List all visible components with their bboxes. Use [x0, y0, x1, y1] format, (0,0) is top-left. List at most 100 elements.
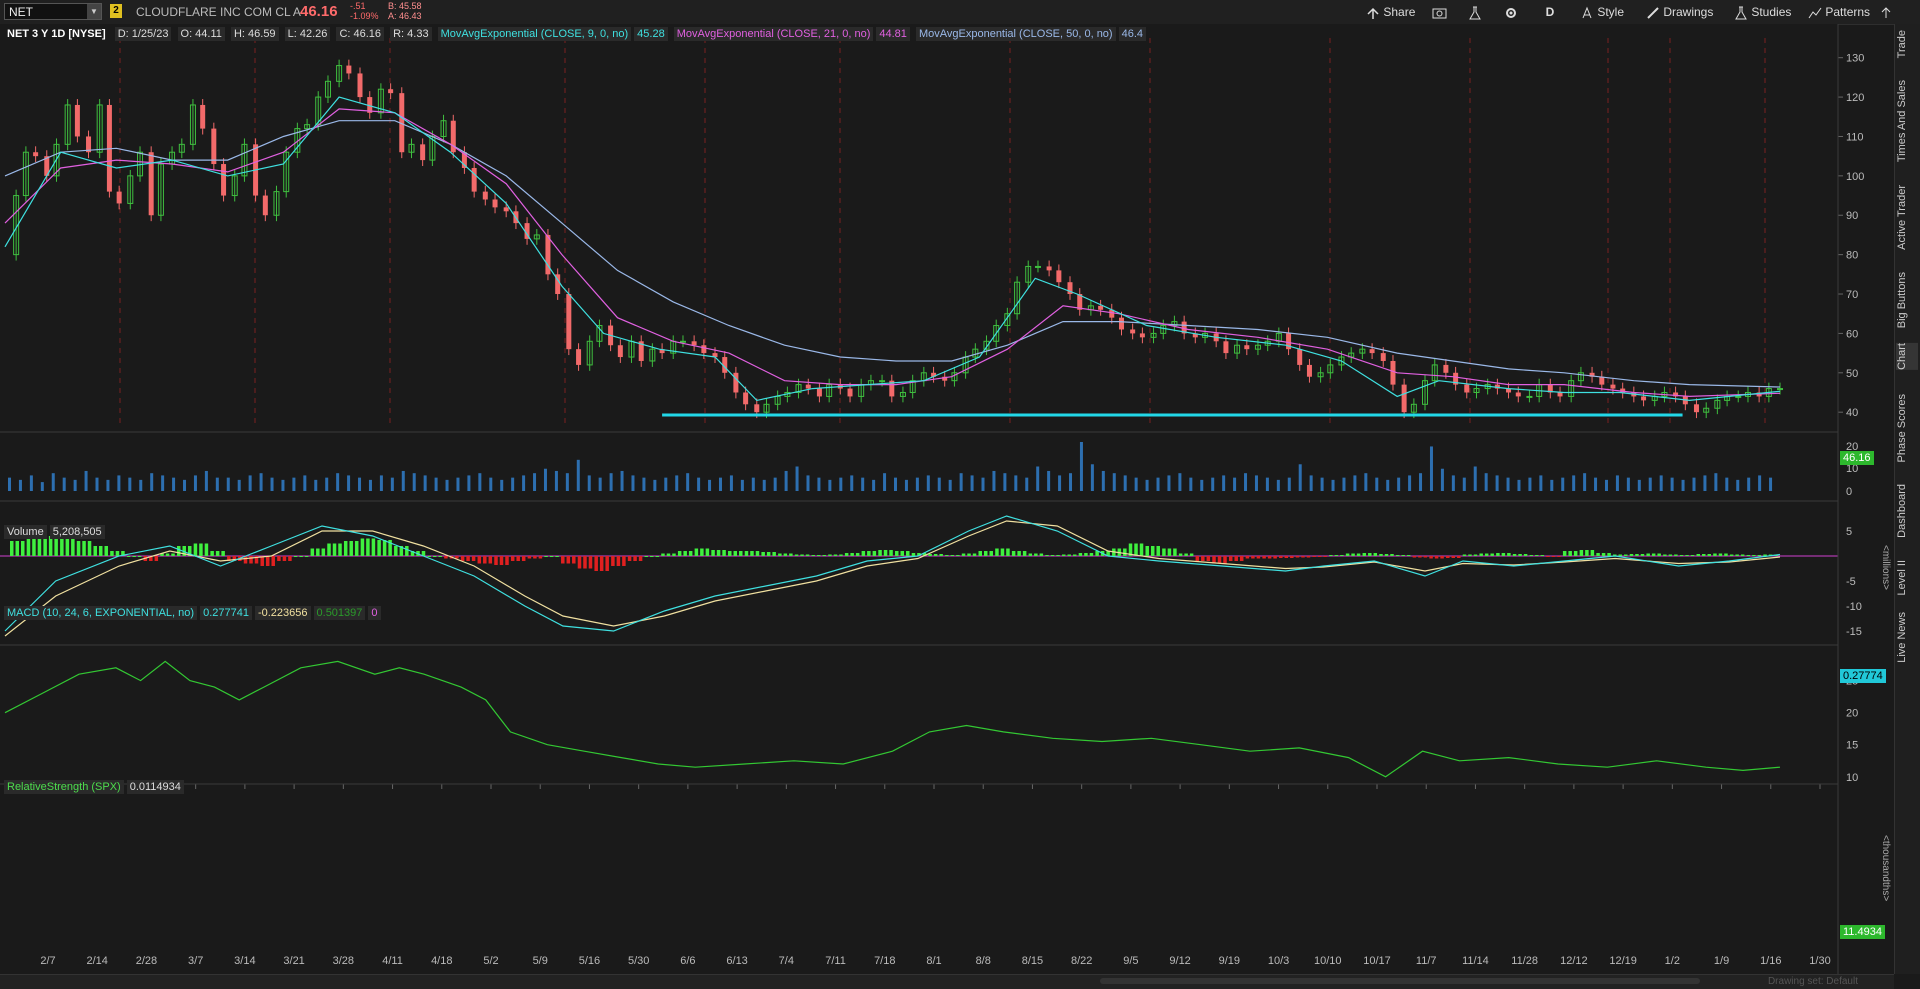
macd-histogram-bar: [405, 546, 409, 556]
change-pct: -1.09%: [350, 11, 379, 21]
x-tick-label: 8/1: [926, 955, 941, 967]
macd-histogram-bar: [794, 554, 799, 556]
macd-histogram-bar: [1217, 556, 1222, 564]
macd-histogram-bar: [1523, 554, 1528, 556]
y-tick-label: 130: [1846, 53, 1864, 65]
pencil-icon: [1647, 7, 1659, 19]
settings-button[interactable]: [1504, 3, 1518, 21]
volume-bar: [401, 470, 405, 491]
volume-bar: [467, 475, 471, 491]
macd-histogram-bar: [1462, 554, 1467, 556]
candle-body: [1119, 317, 1125, 330]
macd-histogram-bar: [1356, 553, 1361, 556]
horizontal-scrollbar[interactable]: [1100, 978, 1700, 984]
macd-histogram-bar: [316, 548, 320, 556]
x-tick-label: 3/21: [283, 955, 304, 967]
ema9-label[interactable]: MovAvgExponential (CLOSE, 9, 0, no): [437, 27, 632, 41]
candle-body: [733, 372, 739, 393]
macd-histogram-bar: [800, 554, 804, 556]
volume-bar: [1495, 475, 1499, 491]
macd-histogram-bar: [1668, 554, 1673, 556]
macd-histogram-bar: [265, 556, 270, 566]
macd-histogram-bar: [215, 551, 220, 556]
volume-bar: [784, 470, 788, 491]
share-button[interactable]: Share: [1366, 3, 1415, 21]
macd-histogram-bar: [1323, 556, 1327, 557]
studies-button[interactable]: Studies: [1734, 3, 1791, 21]
macd-tick-label: -15: [1846, 626, 1862, 638]
macd-histogram-bar: [805, 554, 810, 556]
tab-dashboard[interactable]: Dashboard: [1896, 484, 1918, 538]
ohlc-high: H: 46.59: [230, 27, 279, 41]
macd-histogram-bar: [1663, 554, 1667, 556]
macd-histogram-bar: [104, 546, 108, 556]
style-button[interactable]: Style: [1580, 3, 1624, 21]
drawings-button[interactable]: Drawings: [1646, 3, 1713, 21]
macd-histogram-bar: [1507, 553, 1511, 556]
volume-bar: [172, 477, 176, 491]
macd-histogram-bar: [1740, 554, 1745, 556]
candle-body: [1098, 305, 1104, 310]
volume-bar: [128, 477, 132, 491]
macd-histogram-bar: [1685, 555, 1689, 556]
tab-times-and-sales[interactable]: Times And Sales: [1896, 80, 1918, 162]
candle-body: [1515, 392, 1521, 397]
volume-bar: [1058, 475, 1062, 491]
volume-bar: [872, 479, 876, 491]
x-tick-label: 8/8: [976, 955, 991, 967]
macd-histogram-bar: [688, 551, 693, 556]
macd-histogram-bar: [1000, 548, 1005, 556]
volume-bar: [1222, 475, 1226, 491]
candle-body: [1223, 341, 1229, 354]
volume-bar: [500, 479, 504, 491]
collapse-button[interactable]: [1880, 3, 1892, 21]
y-tick-label: 50: [1846, 368, 1858, 380]
x-tick-label: 11/14: [1462, 955, 1489, 967]
tab-live-news[interactable]: Live News: [1896, 612, 1918, 663]
macd-histogram-bar: [1618, 554, 1623, 556]
bid: B: 45.58: [388, 1, 422, 11]
macd-histogram-bar: [288, 556, 292, 561]
volume-bar: [95, 477, 99, 491]
macd-histogram-bar: [1384, 554, 1389, 556]
symbol-input[interactable]: NET ▼: [4, 3, 102, 20]
tab-big-buttons[interactable]: Big Buttons: [1896, 272, 1918, 328]
x-tick-label: 12/12: [1560, 955, 1588, 967]
link-badge[interactable]: 2: [110, 4, 122, 18]
tab-trade[interactable]: Trade: [1896, 30, 1918, 58]
rs-unit-label: <thousandths>: [1880, 835, 1891, 902]
tab-active-trader[interactable]: Active Trader: [1896, 185, 1918, 250]
chart-canvas[interactable]: 130120110100908070605040 20100 5-5-10-15…: [0, 24, 1894, 974]
macd-histogram-bar: [933, 554, 938, 556]
candle-body: [1526, 395, 1533, 398]
tab-level-ii[interactable]: Level II: [1896, 560, 1918, 595]
tab-phase-scores[interactable]: Phase Scores: [1896, 394, 1918, 462]
ema9-value: 45.28: [634, 27, 668, 41]
rs-label[interactable]: RelativeStrength (SPX): [4, 780, 124, 794]
volume-label[interactable]: Volume: [4, 525, 47, 539]
volume-bar: [347, 475, 351, 491]
macd-histogram-bar: [1173, 548, 1177, 556]
macd-histogram-bar: [1418, 556, 1422, 558]
macd-label[interactable]: MACD (10, 24, 6, EXPONENTIAL, no): [4, 606, 198, 620]
timeframe-button[interactable]: D: [1542, 3, 1558, 21]
volume-bar: [336, 473, 340, 491]
macd-histogram-bar: [1696, 554, 1701, 556]
macd-histogram-bar: [1585, 550, 1589, 556]
ema21-label[interactable]: MovAvgExponential (CLOSE, 21, 0, no): [673, 27, 874, 41]
patterns-button[interactable]: Patterns: [1808, 3, 1870, 21]
tab-chart[interactable]: Chart: [1896, 343, 1918, 370]
macd-histogram-bar: [1067, 554, 1071, 556]
macd-panel-header: MACD (10, 24, 6, EXPONENTIAL, no) 0.27774…: [4, 606, 384, 620]
snapshot-button[interactable]: [1432, 3, 1448, 21]
volume-bar: [992, 470, 996, 491]
volume-panel-header: Volume 5,208,505: [4, 525, 108, 539]
volume-bar: [806, 475, 810, 491]
macd-histogram-bar: [655, 556, 660, 557]
macd-histogram-bar: [299, 556, 303, 557]
flask-button[interactable]: [1468, 3, 1482, 21]
chevron-down-icon[interactable]: ▼: [87, 4, 101, 19]
volume-bar: [1648, 477, 1652, 491]
ema50-label[interactable]: MovAvgExponential (CLOSE, 50, 0, no): [915, 27, 1116, 41]
macd-histogram-bar: [1150, 546, 1155, 556]
